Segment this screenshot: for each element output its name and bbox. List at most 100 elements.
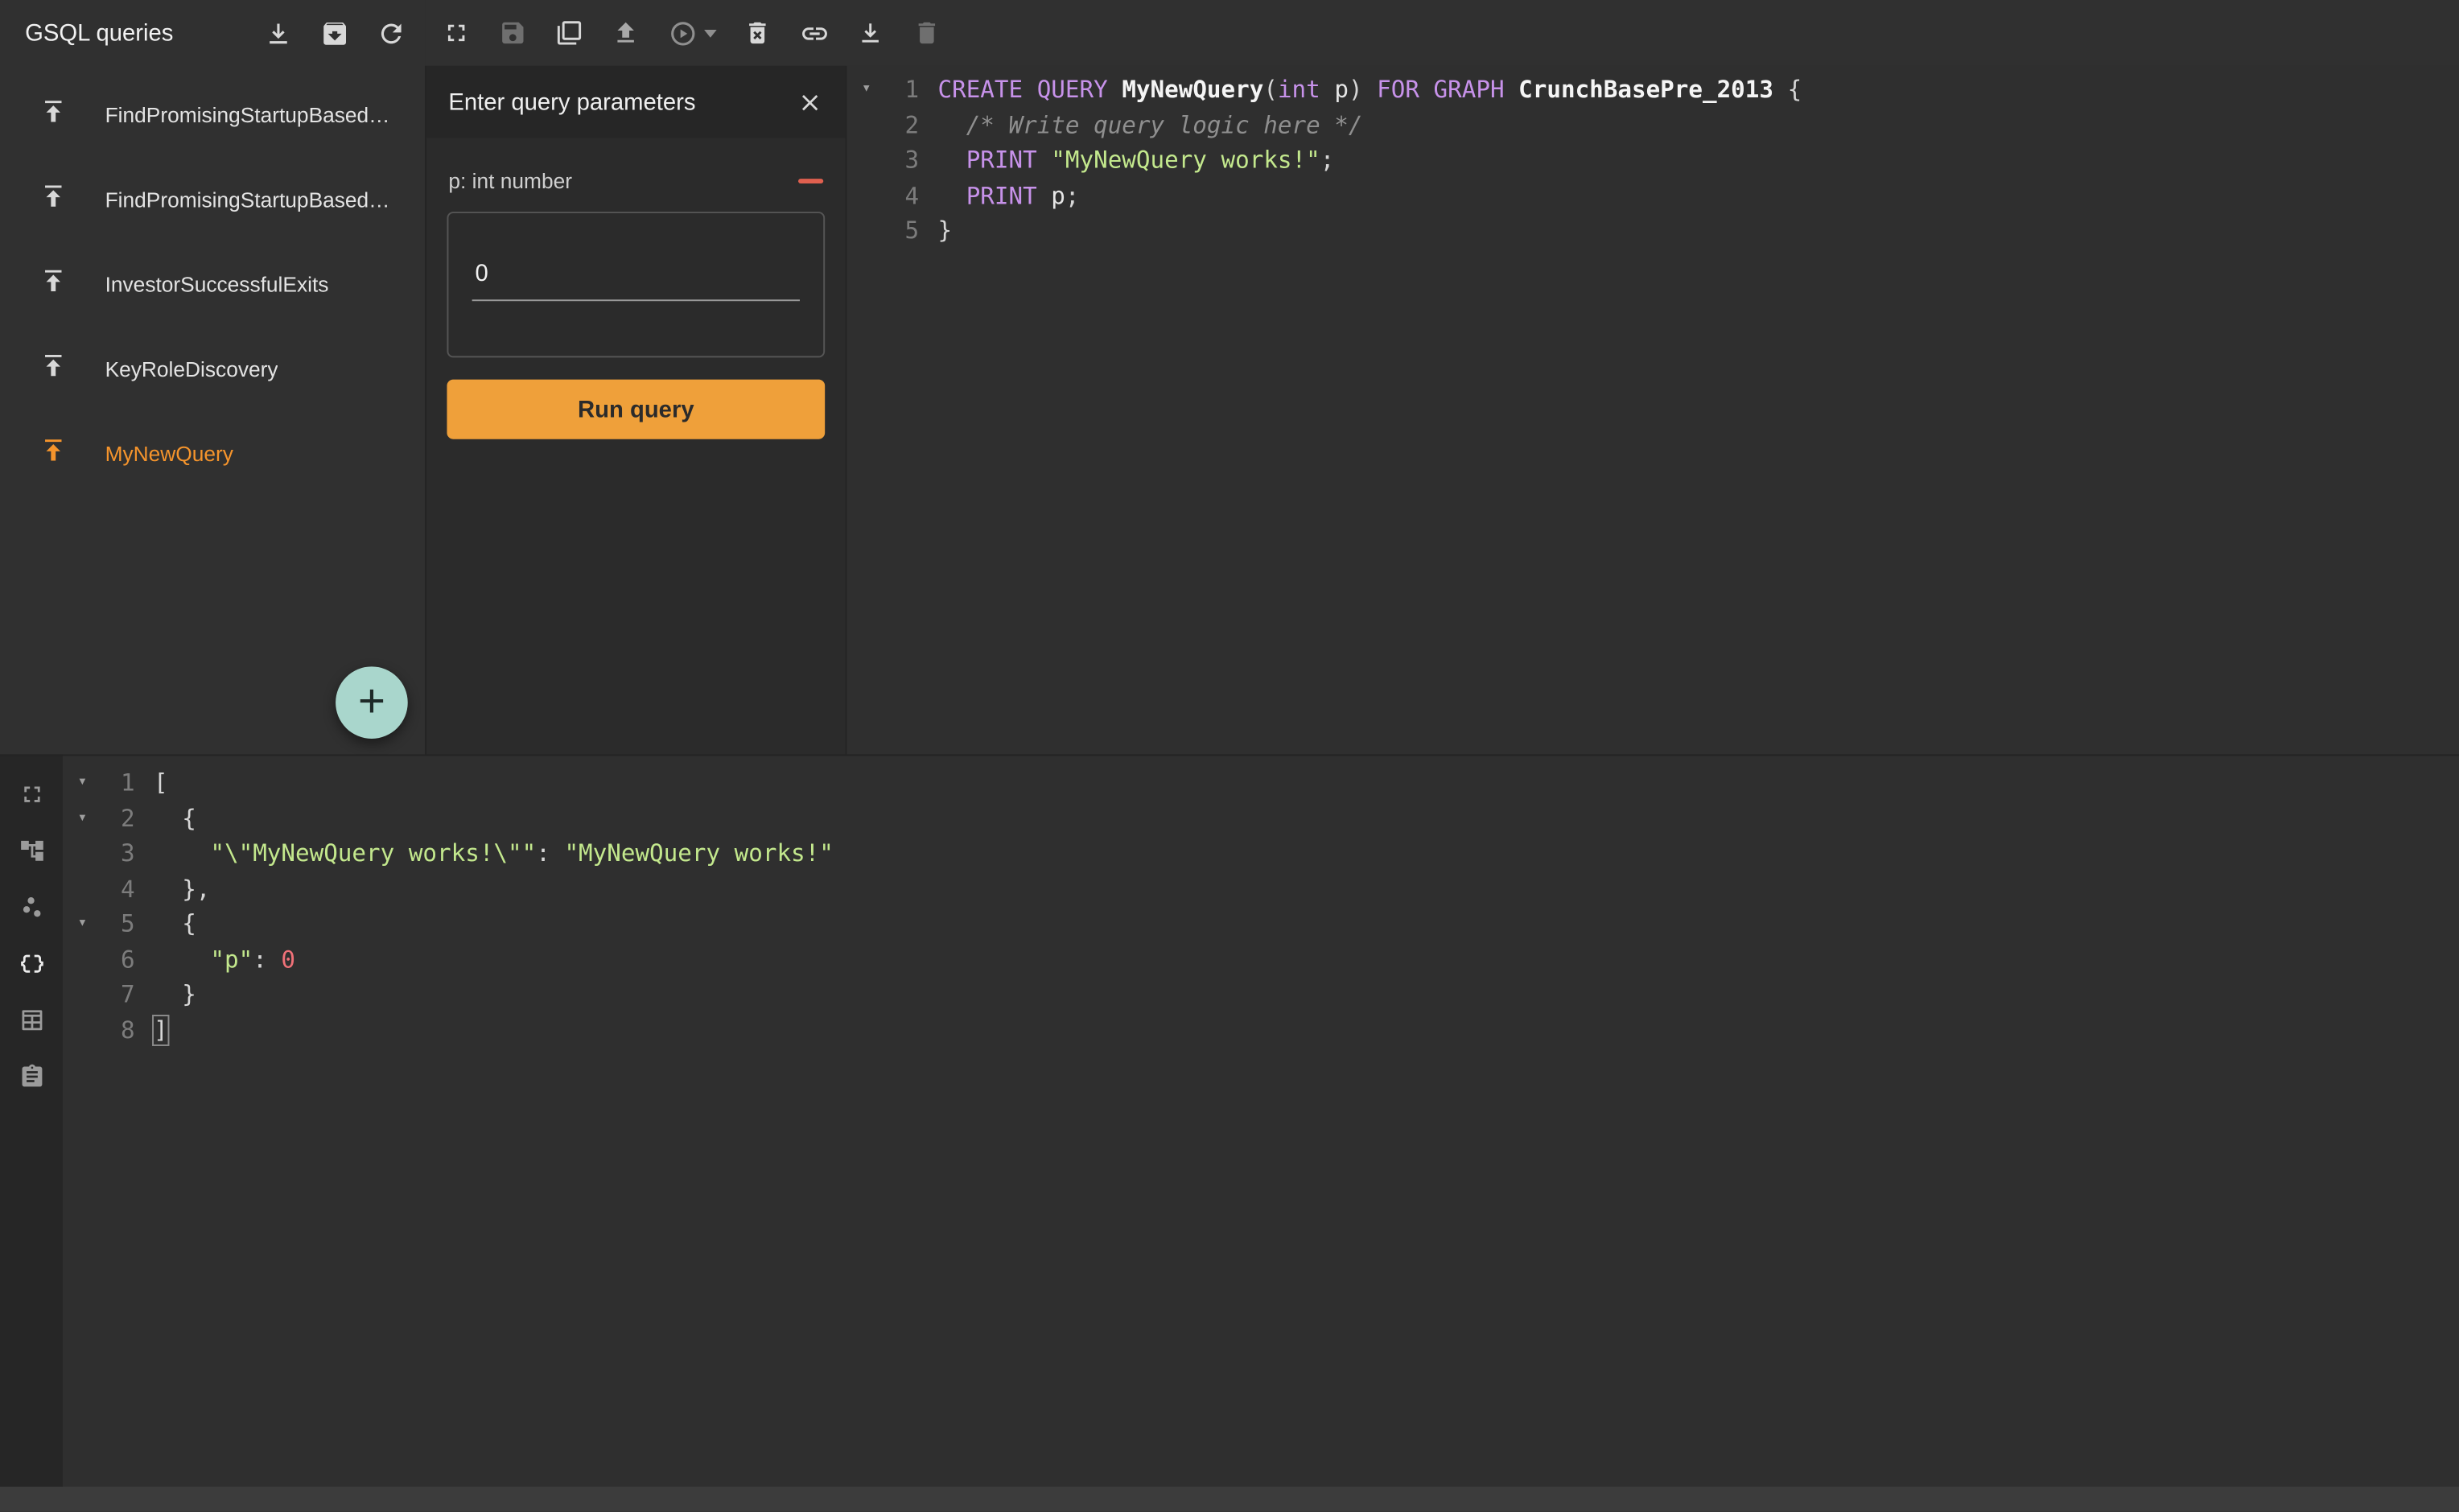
fold-arrow-icon: [846, 213, 886, 249]
sidebar-header: GSQL queries: [0, 0, 425, 66]
code-text: {: [135, 801, 196, 836]
query-list-item-selected[interactable]: MyNewQuery: [0, 411, 425, 496]
install-query-button[interactable]: [598, 5, 654, 61]
line-number: 1: [102, 765, 135, 801]
upload-icon: [612, 19, 640, 47]
gsql-code-editor[interactable]: ▾1CREATE QUERY MyNewQuery(int p) FOR GRA…: [846, 66, 2459, 755]
result-view-switcher: [0, 754, 63, 1486]
fold-arrow-icon[interactable]: ▾: [63, 765, 102, 801]
query-results-json-viewer[interactable]: ▾1[▾2 {3 "\"MyNewQuery works!\"": "MyNew…: [63, 754, 2459, 1486]
param-input-box: [447, 212, 825, 357]
install-query-icon: [39, 435, 68, 472]
delete-forever-icon: [743, 19, 772, 47]
code-line: 8]: [63, 1012, 2459, 1048]
run-query-button[interactable]: [654, 5, 711, 61]
table-view-button[interactable]: [3, 991, 60, 1048]
trash-icon: [912, 19, 941, 47]
line-number: 1: [886, 72, 919, 108]
expand-results-button[interactable]: [3, 765, 60, 822]
code-text: "p": 0: [135, 941, 295, 977]
log-view-button[interactable]: [3, 1048, 60, 1104]
expand-icon: [18, 781, 44, 807]
cluster-view-button[interactable]: [3, 878, 60, 934]
run-icon: [667, 18, 697, 47]
line-number: 2: [102, 801, 135, 836]
line-number: 3: [102, 836, 135, 871]
query-list-item[interactable]: InvestorSuccessfulExits: [0, 241, 425, 326]
editor-toolbar: [425, 0, 2459, 66]
code-text: },: [135, 871, 211, 907]
refresh-icon: [377, 18, 406, 47]
delete-query-results-button[interactable]: [729, 5, 785, 61]
query-list-item[interactable]: FindPromisingStartupBased…: [0, 157, 425, 241]
fold-arrow-icon: [63, 836, 102, 871]
params-panel-title: Enter query parameters: [448, 89, 695, 115]
code-line: 5}: [846, 213, 2459, 249]
close-icon: [797, 89, 823, 115]
fold-arrow-icon: [63, 871, 102, 907]
fold-arrow-icon[interactable]: ▾: [846, 72, 886, 108]
param-value-input[interactable]: [472, 254, 800, 301]
line-number: 4: [886, 178, 919, 213]
fold-arrow-icon[interactable]: ▾: [63, 907, 102, 942]
graph-view-button[interactable]: [3, 822, 60, 878]
param-label: p: int number: [448, 169, 572, 192]
code-line: 4 PRINT p;: [846, 178, 2459, 213]
fold-arrow-icon: [846, 142, 886, 178]
code-text: {: [135, 907, 196, 942]
save-all-button[interactable]: [541, 5, 597, 61]
fullscreen-icon: [443, 19, 471, 47]
code-line: 2 /* Write query logic here */: [846, 108, 2459, 143]
query-name: MyNewQuery: [105, 442, 233, 465]
remove-param-icon[interactable]: [798, 179, 823, 183]
install-query-icon: [39, 266, 68, 302]
add-query-button[interactable]: +: [336, 666, 408, 739]
line-number: 8: [102, 1012, 135, 1048]
sidebar-title: GSQL queries: [25, 19, 263, 46]
download-results-button[interactable]: [842, 5, 899, 61]
query-list-item[interactable]: FindPromisingStartupBased…: [0, 72, 425, 157]
fold-arrow-icon: [63, 977, 102, 1012]
fold-arrow-icon[interactable]: ▾: [63, 801, 102, 836]
install-query-icon: [39, 97, 68, 133]
run-dropdown-caret[interactable]: [704, 29, 717, 37]
line-number: 7: [102, 977, 135, 1012]
install-query-icon: [39, 351, 68, 387]
graph-view-icon: [18, 837, 44, 863]
line-number: 3: [886, 142, 919, 178]
log-view-icon: [18, 1062, 44, 1089]
download-icon: [856, 19, 884, 47]
json-view-icon: [18, 950, 44, 976]
share-link-button[interactable]: [785, 5, 842, 61]
json-view-button[interactable]: [3, 935, 60, 991]
install-all-button[interactable]: [320, 18, 350, 47]
query-name: KeyRoleDiscovery: [105, 356, 278, 380]
code-text: /* Write query logic here */: [919, 108, 1362, 143]
code-text: "\"MyNewQuery works!\"": "MyNewQuery wor…: [135, 836, 834, 871]
close-params-button[interactable]: [797, 89, 823, 115]
params-panel-header: Enter query parameters: [426, 66, 845, 138]
download-all-button[interactable]: [263, 18, 293, 47]
query-list: FindPromisingStartupBased… FindPromising…: [0, 66, 425, 496]
code-text: }: [135, 977, 196, 1012]
download-icon: [263, 18, 293, 47]
fullscreen-button[interactable]: [428, 5, 484, 61]
code-line: 4 },: [63, 871, 2459, 907]
delete-button[interactable]: [899, 5, 955, 61]
code-line: ▾2 {: [63, 801, 2459, 836]
code-text: PRINT p;: [919, 178, 1079, 213]
fold-arrow-icon: [846, 108, 886, 143]
query-list-item[interactable]: KeyRoleDiscovery: [0, 326, 425, 410]
query-name: FindPromisingStartupBased…: [105, 103, 390, 126]
save-button[interactable]: [484, 5, 541, 61]
fold-arrow-icon: [63, 1012, 102, 1048]
table-view-icon: [18, 1006, 44, 1032]
code-line: 6 "p": 0: [63, 941, 2459, 977]
code-text: ]: [135, 1012, 168, 1048]
query-name: InvestorSuccessfulExits: [105, 272, 329, 295]
refresh-button[interactable]: [377, 18, 406, 47]
code-text: CREATE QUERY MyNewQuery(int p) FOR GRAPH…: [919, 72, 1802, 108]
param-row: p: int number: [448, 169, 823, 192]
bottom-scrollbar-track[interactable]: [0, 1487, 2459, 1512]
run-query-submit-button[interactable]: Run query: [447, 380, 825, 439]
